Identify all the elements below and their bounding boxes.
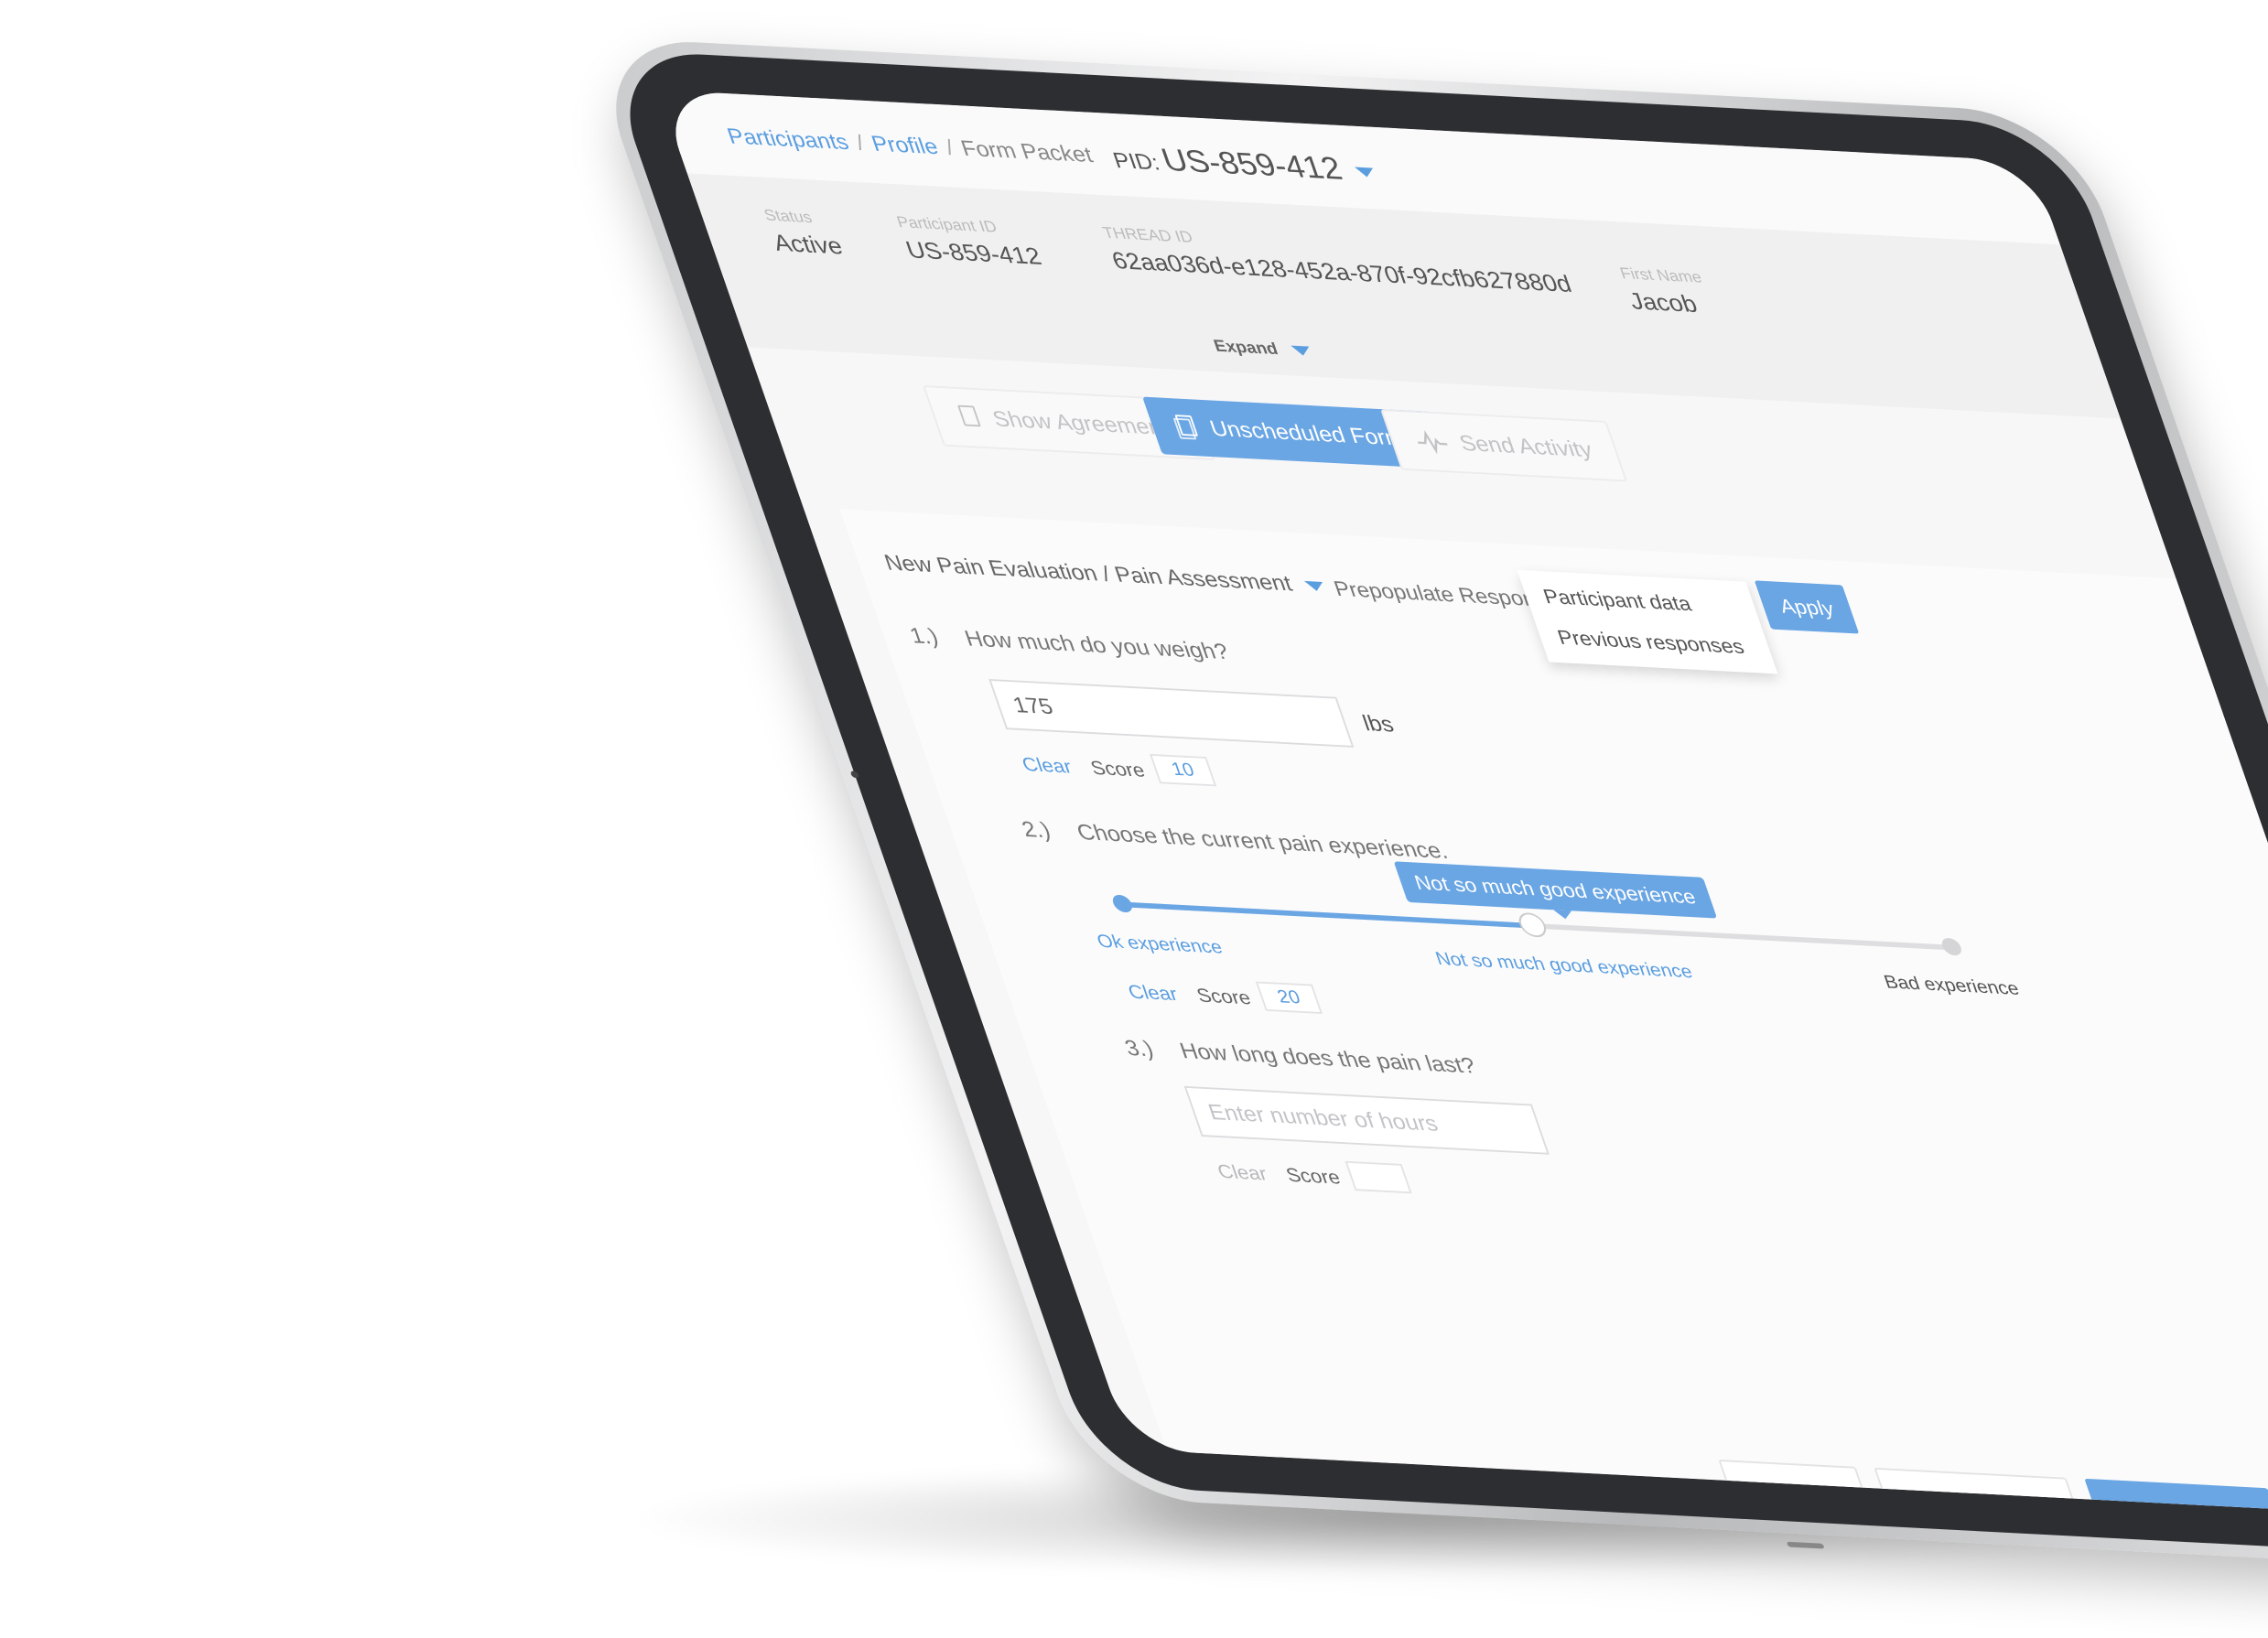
question-1: 1.) How much do you weigh? [906,623,1232,665]
forms-icon [1172,415,1202,440]
prepopulate-dropdown: Participant data Previous responses [1517,569,1778,674]
score-field[interactable]: 20 [1255,981,1323,1014]
score-field[interactable]: 10 [1149,753,1217,787]
slider-label-not-so-much[interactable]: Not so much good experience [1433,949,1696,983]
clear-button[interactable]: Clear [1125,981,1181,1006]
participant-id-field: Participant ID US-859-412 [894,213,1045,271]
app-screen: Participants/Profile/Form Packet PID:US-… [658,90,2268,1522]
cancel-button[interactable]: Cancel [1718,1460,1878,1522]
score-label: Score [1087,756,1149,781]
chevron-down-icon [1291,346,1312,357]
first-name-value: Jacob [1625,287,1701,318]
breadcrumb-participants[interactable]: Participants [724,124,852,155]
tab-send-activity[interactable]: Send Activity [1380,409,1628,482]
question-3: 3.) How long does the pain last? [1122,1036,1480,1079]
breadcrumb-profile[interactable]: Profile [869,132,942,159]
breadcrumb: Participants/Profile/Form Packet [724,124,1096,168]
slider-value-tooltip: Not so much good experience [1393,861,1717,919]
chevron-down-icon[interactable] [1354,167,1377,178]
next-form-button[interactable]: Next Form [2084,1478,2268,1522]
question-2: 2.) Choose the current pain experience. [1019,817,1452,865]
status-field: Status Active [761,206,847,260]
question-text: How long does the pain last? [1176,1039,1479,1079]
activity-icon [1417,429,1448,455]
chevron-down-icon [1304,580,1326,592]
document-icon [955,404,985,430]
thread-id-field: THREAD ID 62aa036d-e128-452a-870f-92cfb6… [1100,224,1575,298]
question-number: 1.) [906,623,942,650]
pain-slider[interactable]: Not so much good experience Ok experienc… [1095,851,2022,999]
score-field[interactable] [1345,1160,1412,1194]
status-value: Active [769,230,847,260]
weight-input[interactable]: 175 [988,679,1355,748]
slider-start-dot [1110,894,1135,913]
slider-handle[interactable] [1515,911,1550,938]
question-number: 3.) [1121,1036,1157,1062]
slider-label-ok[interactable]: Ok experience [1095,932,1226,959]
first-name-field: First Name Jacob [1617,264,1715,319]
status-label: Status [761,206,815,227]
slider-label-bad[interactable]: Bad experience [1882,972,2023,999]
breadcrumb-form-packet: Form Packet [957,135,1096,167]
save-pending-button[interactable]: Save as Pending [1874,1467,2089,1522]
expand-toggle[interactable]: Expand [1212,337,1314,361]
apply-button[interactable]: Apply [1754,580,1860,634]
breadcrumb-separator: / [942,135,957,160]
score-label: Score [1193,984,1254,1009]
form-title: New Pain Evaluation / Pain Assessment [880,550,1296,597]
slider-end-dot [1939,937,1964,956]
clear-button[interactable]: Clear [1019,753,1075,778]
score-label: Score [1282,1163,1344,1189]
pid-value: US-859-412 [1156,141,1347,187]
tablet-device: Participants/Profile/Form Packet PID:US-… [586,37,2268,1575]
weight-unit: lbs [1359,711,1398,738]
breadcrumb-separator: / [852,130,868,156]
pid-selector[interactable]: PID:US-859-412 [1107,139,1380,189]
participant-id-value: US-859-412 [902,236,1045,270]
expand-label: Expand [1211,337,1281,359]
clear-button[interactable]: Clear [1215,1160,1270,1185]
pid-label: PID: [1109,148,1163,176]
pain-duration-input[interactable]: Enter number of hours [1183,1085,1550,1155]
first-name-label: First Name [1617,264,1704,286]
tab-label: Send Activity [1455,430,1596,462]
question-text: How much do you weigh? [961,626,1232,664]
form-selector[interactable]: New Pain Evaluation / Pain Assessment [881,551,1329,598]
participant-id-label: Participant ID [894,212,999,236]
question-number: 2.) [1019,816,1054,844]
slider-fill [1119,901,1534,929]
